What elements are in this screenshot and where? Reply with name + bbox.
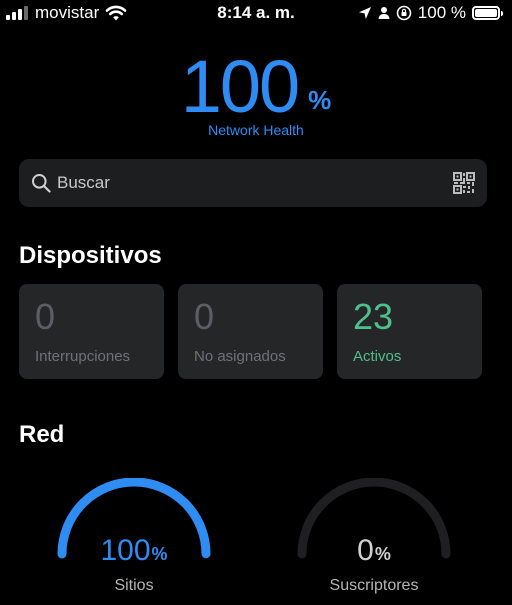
card-no-asignados[interactable]: 0 No asignados [178, 284, 323, 379]
battery-percent: 100 % [417, 3, 466, 22]
app-screen: movistar 8:14 a. m. 100 % 100 % Network … [0, 0, 512, 605]
gauge-label: Suscriptores [329, 577, 419, 594]
location-arrow-icon [358, 7, 371, 19]
card-value: 0 [194, 296, 215, 337]
gauge-value: 100% [100, 534, 168, 567]
battery-icon [472, 6, 503, 20]
network-title: Red [19, 421, 65, 448]
status-right: 100 % [358, 3, 503, 23]
card-label: No asignados [194, 348, 286, 365]
gauge-label: Sitios [114, 577, 154, 594]
card-interrupciones[interactable]: 0 Interrupciones [19, 284, 164, 379]
orientation-lock-icon [396, 5, 412, 21]
person-icon [378, 7, 390, 19]
status-bar: movistar 8:14 a. m. 100 % [0, 0, 512, 30]
gauge-sitios[interactable]: 100% Sitios [54, 478, 214, 603]
health-label: Network Health [208, 122, 304, 138]
card-label: Activos [353, 348, 402, 365]
health-value: 100 [180, 45, 300, 128]
card-value: 0 [35, 296, 56, 337]
health-unit: % [308, 85, 332, 115]
qr-code-icon[interactable] [453, 172, 475, 194]
card-label: Interrupciones [35, 348, 131, 365]
gauge-suscriptores[interactable]: 0% Suscriptores [294, 478, 454, 603]
card-activos[interactable]: 23 Activos [337, 284, 482, 379]
network-health: 100 % Network Health [0, 45, 512, 139]
card-value: 23 [353, 296, 394, 337]
devices-cards: 0 Interrupciones 0 No asignados 23 Activ… [19, 284, 483, 379]
health-value-row: 100 % [180, 45, 332, 128]
search-input[interactable] [57, 173, 453, 193]
search-icon [32, 174, 51, 193]
devices-title: Dispositivos [19, 242, 162, 269]
gauge-value: 0% [357, 534, 391, 567]
search-bar[interactable] [19, 159, 487, 207]
battery-fill [475, 9, 497, 17]
